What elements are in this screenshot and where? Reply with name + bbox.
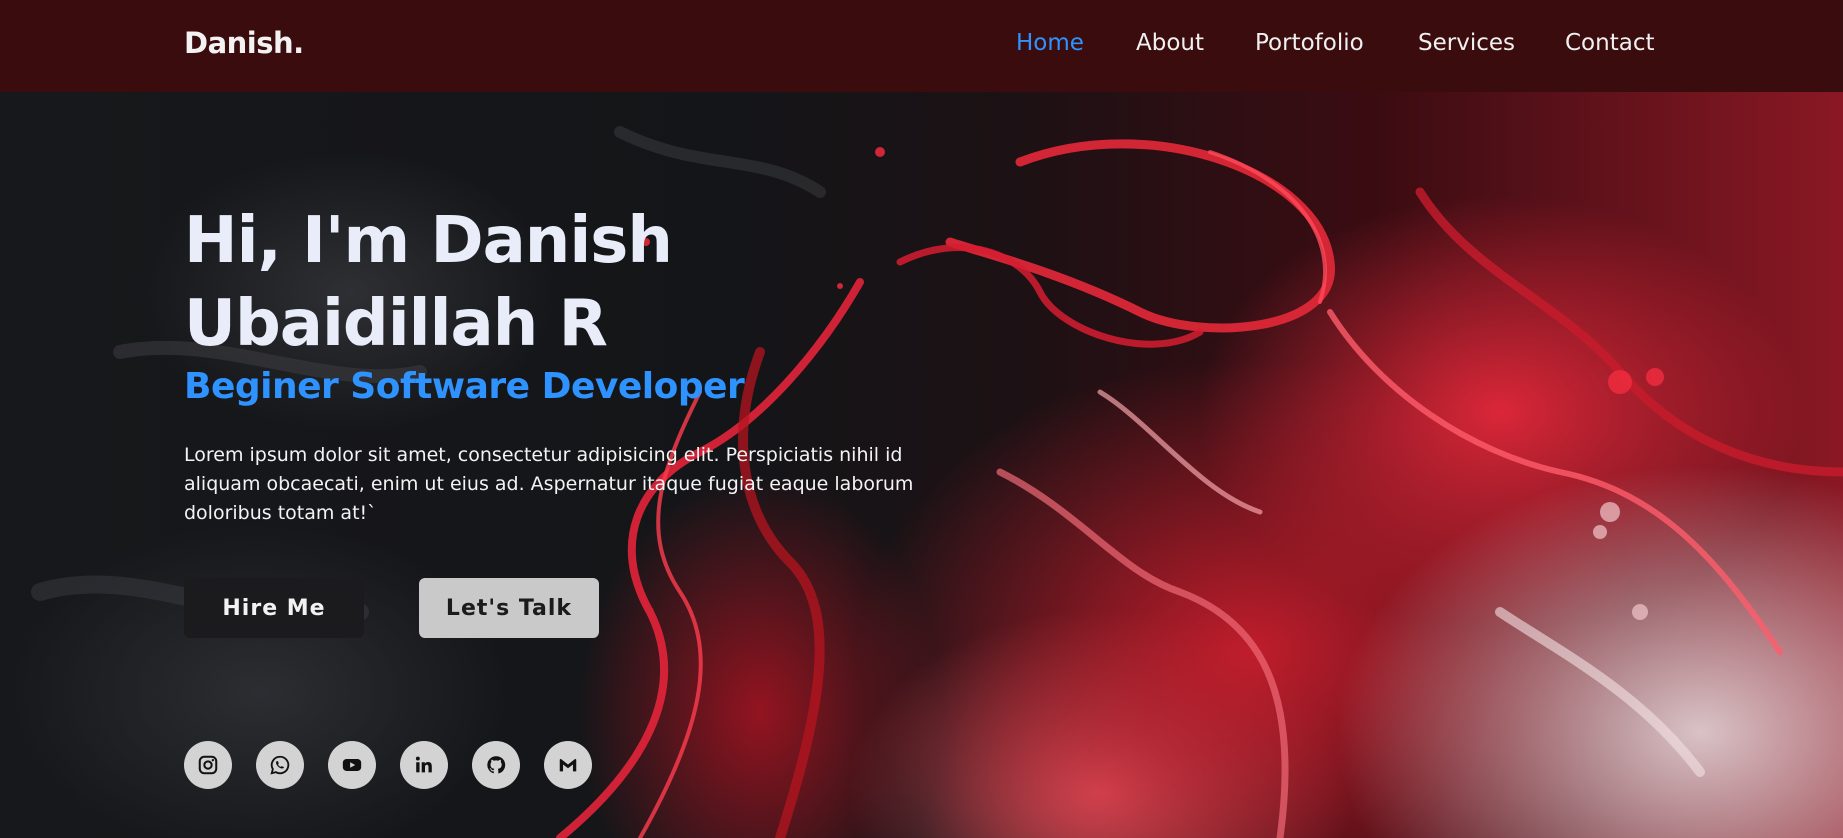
lets-talk-button[interactable]: Let's Talk: [419, 578, 599, 638]
gmail-link[interactable]: [544, 741, 592, 789]
whatsapp-icon: [270, 755, 290, 775]
hire-me-button[interactable]: Hire Me: [184, 578, 364, 638]
hero-title-line2: Ubaidillah R: [184, 287, 608, 361]
hero-subtitle: Beginer Software Developer: [184, 366, 745, 407]
nav-portofolio[interactable]: Portofolio: [1255, 30, 1364, 56]
nav-services[interactable]: Services: [1418, 30, 1515, 56]
youtube-link[interactable]: [328, 741, 376, 789]
github-icon: [487, 756, 506, 774]
nav-about[interactable]: About: [1136, 30, 1204, 56]
gmail-icon: [559, 758, 577, 772]
instagram-icon: [198, 755, 218, 775]
whatsapp-link[interactable]: [256, 741, 304, 789]
hero-title: Hi, I'm Danish Ubaidillah R: [184, 200, 944, 366]
youtube-icon: [342, 759, 362, 771]
github-link[interactable]: [472, 741, 520, 789]
instagram-link[interactable]: [184, 741, 232, 789]
linkedin-icon: [415, 756, 432, 773]
social-links: [184, 741, 604, 791]
site-logo[interactable]: Danish.: [184, 26, 304, 60]
hero-description: Lorem ipsum dolor sit amet, consectetur …: [184, 444, 914, 524]
nav-contact[interactable]: Contact: [1565, 30, 1654, 56]
nav-home[interactable]: Home: [1016, 30, 1084, 56]
hero-title-line1: Hi, I'm Danish: [184, 204, 673, 278]
site-header: Danish. Home About Portofolio Services C…: [0, 0, 1843, 92]
linkedin-link[interactable]: [400, 741, 448, 789]
